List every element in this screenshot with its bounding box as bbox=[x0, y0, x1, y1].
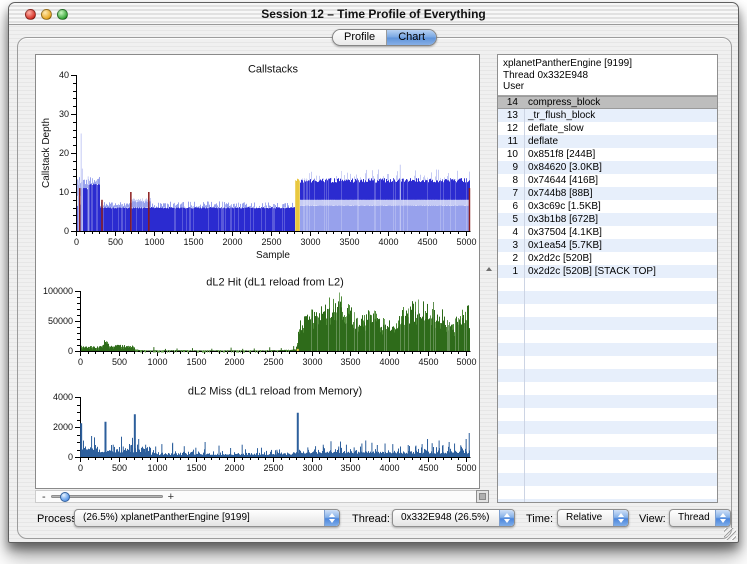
stack-symbol: 0x3b1b8 [672B] bbox=[522, 213, 598, 226]
stack-depth: 1 bbox=[498, 265, 522, 278]
view-popup-value: Thread bbox=[678, 512, 710, 523]
stack-symbol: 0x2d2c [520B] [STACK TOP] bbox=[522, 265, 656, 278]
stack-symbol: 0x84620 [3.0KB] bbox=[522, 161, 602, 174]
process-name-line: xplanetPantherEngine [9199] bbox=[503, 58, 717, 70]
tab-chart[interactable]: Chart bbox=[387, 30, 436, 45]
resize-grip[interactable] bbox=[724, 528, 736, 540]
app-window: Session 12 – Time Profile of Everything … bbox=[8, 2, 739, 543]
stack-depth: 14 bbox=[498, 96, 522, 109]
stack-symbol: 0x744b8 [88B] bbox=[522, 187, 593, 200]
bottom-toolbar: Process: (26.5%) xplanetPantherEngine [9… bbox=[18, 509, 733, 531]
time-popup-value: Relative bbox=[566, 512, 602, 523]
stack-depth: 12 bbox=[498, 122, 522, 135]
view-label: View: bbox=[639, 513, 666, 525]
stack-depth: 13 bbox=[498, 109, 522, 122]
stack-depth: 4 bbox=[498, 226, 522, 239]
callstack-header: xplanetPantherEngine [9199] Thread 0x332… bbox=[498, 55, 717, 96]
window-title: Session 12 – Time Profile of Everything bbox=[9, 7, 738, 21]
stack-row[interactable]: 80x74644 [416B] bbox=[498, 174, 717, 187]
corner-box-icon bbox=[479, 493, 486, 500]
callstack-panel: xplanetPantherEngine [9199] Thread 0x332… bbox=[497, 54, 718, 503]
dl2-miss-chart[interactable] bbox=[36, 377, 479, 489]
stack-rows: 14compress_block13_tr_flush_block12defla… bbox=[498, 96, 717, 504]
stack-depth: 6 bbox=[498, 200, 522, 213]
stack-depth: 10 bbox=[498, 148, 522, 161]
zoom-slider-track[interactable] bbox=[51, 495, 163, 498]
stack-symbol: 0x3c69c [1.5KB] bbox=[522, 200, 601, 213]
charts-panel bbox=[35, 54, 480, 489]
stack-row[interactable]: 40x37504 [4.1KB] bbox=[498, 226, 717, 239]
time-popup[interactable]: Relative bbox=[557, 509, 629, 527]
callstacks-chart[interactable] bbox=[36, 55, 479, 265]
pane-corner-button[interactable] bbox=[476, 490, 489, 503]
popup-arrows-icon bbox=[715, 510, 730, 526]
splitter-grabber[interactable] bbox=[484, 265, 493, 273]
zoom-slider-row: - + bbox=[35, 490, 480, 503]
thread-popup-value: 0x332E948 (26.5%) bbox=[401, 512, 489, 523]
stack-row[interactable]: 12deflate_slow bbox=[498, 122, 717, 135]
stack-depth: 7 bbox=[498, 187, 522, 200]
popup-arrows-icon bbox=[613, 510, 628, 526]
title-bar[interactable]: Session 12 – Time Profile of Everything bbox=[9, 3, 738, 25]
stack-symbol: 0x1ea54 [5.7KB] bbox=[522, 239, 602, 252]
zoom-slider-knob[interactable] bbox=[60, 492, 70, 502]
stack-depth: 9 bbox=[498, 161, 522, 174]
stack-symbol: 0x74644 [416B] bbox=[522, 174, 598, 187]
mode-line: User bbox=[503, 81, 717, 93]
stack-symbol: 0x851f8 [244B] bbox=[522, 148, 595, 161]
dl2-hit-chart[interactable] bbox=[36, 265, 479, 377]
stack-symbol: 0x37504 [4.1KB] bbox=[522, 226, 602, 239]
stack-row[interactable]: 11deflate bbox=[498, 135, 717, 148]
process-popup-value: (26.5%) xplanetPantherEngine [9199] bbox=[83, 512, 250, 523]
stack-symbol: deflate bbox=[522, 135, 558, 148]
stack-depth: 3 bbox=[498, 239, 522, 252]
stack-symbol: 0x2d2c [520B] bbox=[522, 252, 592, 265]
view-popup[interactable]: Thread bbox=[669, 509, 731, 527]
stack-symbol: compress_block bbox=[522, 96, 600, 109]
stack-symbol: _tr_flush_block bbox=[522, 109, 595, 122]
content-group-box: - + xplanetPantherEngine [9199] Thread 0… bbox=[17, 37, 732, 539]
stack-depth: 5 bbox=[498, 213, 522, 226]
stack-row[interactable]: 50x3b1b8 [672B] bbox=[498, 213, 717, 226]
stack-depth: 2 bbox=[498, 252, 522, 265]
thread-line: Thread 0x332E948 bbox=[503, 70, 717, 82]
stack-row[interactable]: 90x84620 [3.0KB] bbox=[498, 161, 717, 174]
stack-row[interactable]: 70x744b8 [88B] bbox=[498, 187, 717, 200]
stack-row[interactable]: 10x2d2c [520B] [STACK TOP] bbox=[498, 265, 717, 278]
stack-depth: 8 bbox=[498, 174, 522, 187]
stack-row[interactable]: 30x1ea54 [5.7KB] bbox=[498, 239, 717, 252]
stack-symbol: deflate_slow bbox=[522, 122, 584, 135]
zoom-out-label[interactable]: - bbox=[42, 492, 46, 502]
view-tab-strip: Profile Chart bbox=[332, 29, 437, 46]
stack-row[interactable]: 20x2d2c [520B] bbox=[498, 252, 717, 265]
tab-profile[interactable]: Profile bbox=[333, 30, 387, 45]
stack-row[interactable]: 100x851f8 [244B] bbox=[498, 148, 717, 161]
thread-label: Thread: bbox=[352, 513, 390, 525]
thread-popup[interactable]: 0x332E948 (26.5%) bbox=[392, 509, 515, 527]
stack-depth: 11 bbox=[498, 135, 522, 148]
time-label: Time: bbox=[526, 513, 553, 525]
popup-arrows-icon bbox=[324, 510, 339, 526]
stack-row[interactable]: 13_tr_flush_block bbox=[498, 109, 717, 122]
process-popup[interactable]: (26.5%) xplanetPantherEngine [9199] bbox=[74, 509, 340, 527]
chevron-up-icon bbox=[486, 267, 492, 271]
popup-arrows-icon bbox=[499, 510, 514, 526]
stack-row[interactable]: 14compress_block bbox=[498, 96, 717, 109]
zoom-in-label[interactable]: + bbox=[168, 492, 174, 502]
stack-row[interactable]: 60x3c69c [1.5KB] bbox=[498, 200, 717, 213]
